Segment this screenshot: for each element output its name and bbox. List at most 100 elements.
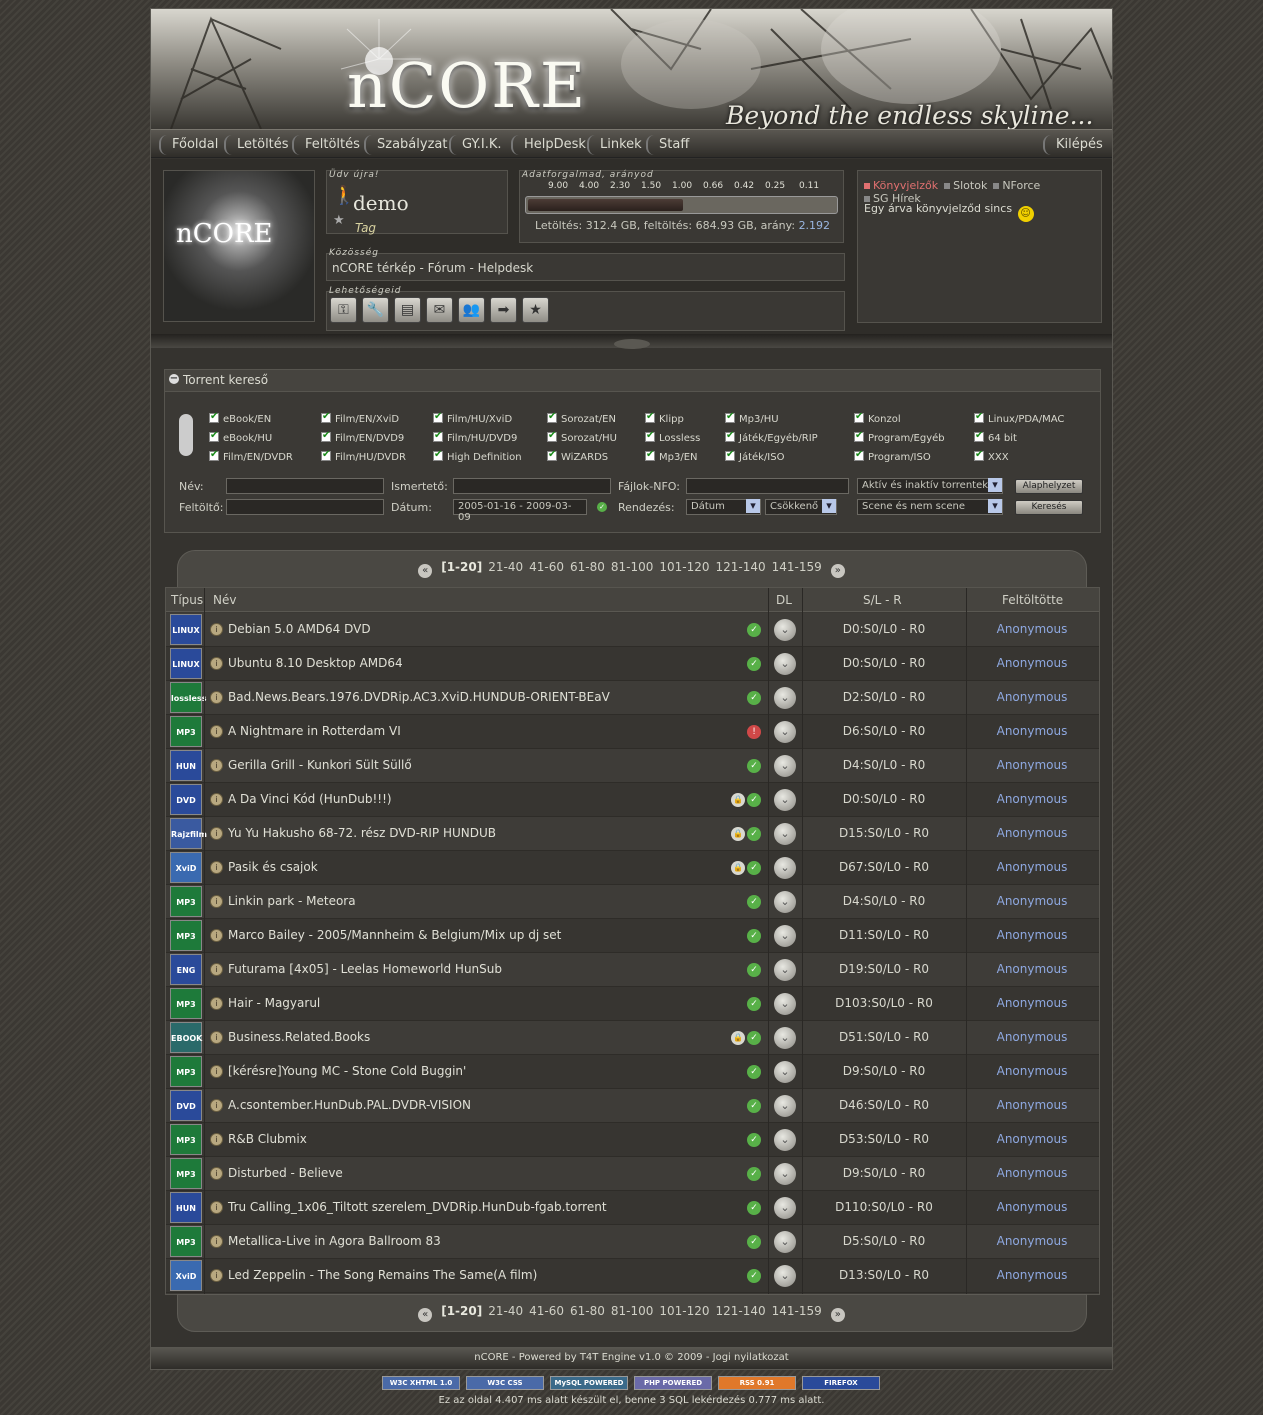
sort-direction-select[interactable]: Csökkenő bbox=[765, 499, 837, 515]
checkbox-checked-icon[interactable] bbox=[321, 430, 331, 442]
checkbox-checked-icon[interactable] bbox=[209, 430, 219, 442]
torrent-name-link[interactable]: [kérésre]Young MC - Stone Cold Buggin' bbox=[228, 1064, 466, 1078]
pager-link[interactable]: 101-120 bbox=[659, 1304, 709, 1318]
torrent-name-link[interactable]: Ubuntu 8.10 Desktop AMD64 bbox=[228, 656, 403, 670]
key-icon[interactable]: ⚿ bbox=[330, 297, 357, 323]
checkbox-checked-icon[interactable] bbox=[725, 430, 735, 442]
torrent-info-icon[interactable]: i bbox=[210, 1099, 223, 1112]
checkbox-checked-icon[interactable] bbox=[645, 411, 655, 423]
checkbox-checked-icon[interactable] bbox=[854, 411, 864, 423]
collapse-handle[interactable] bbox=[614, 339, 650, 349]
active-filter-select[interactable]: Aktív és inaktív torrentek bbox=[857, 478, 1003, 494]
category-type-icon[interactable]: XviD bbox=[170, 852, 202, 883]
checkbox-checked-icon[interactable] bbox=[433, 411, 443, 423]
download-icon[interactable]: ⌄ bbox=[774, 1163, 796, 1185]
download-icon[interactable]: ⌄ bbox=[774, 1061, 796, 1083]
uploader-link[interactable]: Anonymous bbox=[966, 690, 1098, 704]
col-sl[interactable]: S/L - R bbox=[863, 593, 902, 607]
torrent-name-link[interactable]: A Nightmare in Rotterdam VI bbox=[228, 724, 401, 738]
pager-link[interactable]: 81-100 bbox=[611, 560, 654, 574]
pager-link[interactable]: 61-80 bbox=[570, 1304, 605, 1318]
torrent-name-link[interactable]: Yu Yu Hakusho 68-72. rész DVD-RIP HUNDUB bbox=[228, 826, 496, 840]
username[interactable]: demo bbox=[353, 191, 409, 215]
torrent-info-icon[interactable]: i bbox=[210, 895, 223, 908]
torrent-info-icon[interactable]: i bbox=[210, 759, 223, 772]
pager-link[interactable]: 21-40 bbox=[488, 560, 523, 574]
checkbox-checked-icon[interactable] bbox=[547, 411, 557, 423]
uploader-link[interactable]: Anonymous bbox=[966, 1064, 1098, 1078]
torrent-name-link[interactable]: Bad.News.Bears.1976.DVDRip.AC3.XviD.HUND… bbox=[228, 690, 610, 704]
torrent-info-icon[interactable]: i bbox=[210, 997, 223, 1010]
category-type-icon[interactable]: EBOOK bbox=[170, 1022, 202, 1053]
torrent-name-link[interactable]: A.csontember.HunDub.PAL.DVDR-VISION bbox=[228, 1098, 471, 1112]
checkbox-checked-icon[interactable] bbox=[725, 411, 735, 423]
category-checkbox[interactable]: Klipp bbox=[645, 411, 684, 425]
arrow-right-icon[interactable]: ➡ bbox=[490, 297, 517, 323]
download-icon[interactable]: ⌄ bbox=[774, 959, 796, 981]
torrent-name-link[interactable]: Linkin park - Meteora bbox=[228, 894, 356, 908]
validator-badge[interactable]: MySQL POWERED bbox=[550, 1376, 628, 1390]
col-name[interactable]: Név bbox=[213, 593, 236, 607]
date-input[interactable]: 2005-01-16 - 2009-03-09 bbox=[453, 499, 587, 523]
category-type-icon[interactable]: MP3 bbox=[170, 1226, 202, 1257]
category-checkbox[interactable]: Program/Egyéb bbox=[854, 430, 945, 444]
nav-item-faq[interactable]: GY.I.K. bbox=[449, 135, 502, 155]
nav-item-upload[interactable]: Feltöltés bbox=[292, 135, 360, 155]
torrent-info-icon[interactable]: i bbox=[210, 1133, 223, 1146]
pager-link[interactable]: 41-60 bbox=[529, 1304, 564, 1318]
pager-link[interactable]: 121-140 bbox=[716, 1304, 766, 1318]
uploader-link[interactable]: Anonymous bbox=[966, 1098, 1098, 1112]
checkbox-checked-icon[interactable] bbox=[321, 411, 331, 423]
uploader-link[interactable]: Anonymous bbox=[966, 758, 1098, 772]
tab-bookmarks[interactable]: Könyvjelzők bbox=[864, 179, 938, 192]
download-icon[interactable]: ⌄ bbox=[774, 1265, 796, 1287]
torrent-info-icon[interactable]: i bbox=[210, 691, 223, 704]
category-checkbox[interactable]: Film/EN/XviD bbox=[321, 411, 399, 425]
torrent-info-icon[interactable]: i bbox=[210, 623, 223, 636]
uploader-link[interactable]: Anonymous bbox=[966, 792, 1098, 806]
category-type-icon[interactable]: MP3 bbox=[170, 886, 202, 917]
nav-item-helpdesk[interactable]: HelpDesk bbox=[511, 135, 586, 155]
uploader-link[interactable]: Anonymous bbox=[966, 962, 1098, 976]
category-checkbox[interactable]: Lossless bbox=[645, 430, 700, 444]
uploader-link[interactable]: Anonymous bbox=[966, 656, 1098, 670]
next-page-icon[interactable]: » bbox=[830, 564, 845, 578]
torrent-name-link[interactable]: A Da Vinci Kód (HunDub!!!) bbox=[228, 792, 392, 806]
envelope-icon[interactable]: ✉ bbox=[426, 297, 453, 323]
torrent-info-icon[interactable]: i bbox=[210, 1031, 223, 1044]
category-checkbox[interactable]: Film/HU/XviD bbox=[433, 411, 512, 425]
download-icon[interactable]: ⌄ bbox=[774, 755, 796, 777]
category-checkbox[interactable]: Mp3/EN bbox=[645, 449, 698, 463]
torrent-name-link[interactable]: Debian 5.0 AMD64 DVD bbox=[228, 622, 371, 636]
download-icon[interactable]: ⌄ bbox=[774, 1095, 796, 1117]
date-apply-icon[interactable]: ✓ bbox=[597, 502, 607, 512]
uploader-link[interactable]: Anonymous bbox=[966, 622, 1098, 636]
torrent-info-icon[interactable]: i bbox=[210, 861, 223, 874]
uploader-link[interactable]: Anonymous bbox=[966, 1234, 1098, 1248]
checkbox-checked-icon[interactable] bbox=[433, 449, 443, 461]
description-input[interactable] bbox=[453, 478, 611, 494]
download-icon[interactable]: ⌄ bbox=[774, 687, 796, 709]
torrent-name-link[interactable]: Tru Calling_1x06_Tiltott szerelem_DVDRip… bbox=[228, 1200, 607, 1214]
torrent-name-link[interactable]: Business.Related.Books bbox=[228, 1030, 370, 1044]
checkbox-checked-icon[interactable] bbox=[854, 449, 864, 461]
checkbox-checked-icon[interactable] bbox=[645, 430, 655, 442]
category-type-icon[interactable]: MP3 bbox=[170, 1158, 202, 1189]
people-icon[interactable]: 👥 bbox=[458, 297, 485, 323]
category-checkbox[interactable]: Játék/ISO bbox=[725, 449, 784, 463]
download-icon[interactable]: ⌄ bbox=[774, 1231, 796, 1253]
category-type-icon[interactable]: HUN bbox=[170, 1192, 202, 1223]
next-page-icon[interactable]: » bbox=[830, 1308, 845, 1322]
uploader-link[interactable]: Anonymous bbox=[966, 1132, 1098, 1146]
sort-field-select[interactable]: Dátum bbox=[686, 499, 761, 515]
pager-link[interactable]: 61-80 bbox=[570, 560, 605, 574]
category-checkbox[interactable]: Mp3/HU bbox=[725, 411, 779, 425]
category-type-icon[interactable]: DVD bbox=[170, 1090, 202, 1121]
checkbox-checked-icon[interactable] bbox=[854, 430, 864, 442]
download-icon[interactable]: ⌄ bbox=[774, 619, 796, 641]
category-checkbox[interactable]: Linux/PDA/MAC bbox=[974, 411, 1064, 425]
download-icon[interactable]: ⌄ bbox=[774, 1197, 796, 1219]
category-checkbox[interactable]: High Definition bbox=[433, 449, 522, 463]
category-checkbox[interactable]: Film/EN/DVD9 bbox=[321, 430, 404, 444]
torrent-info-icon[interactable]: i bbox=[210, 929, 223, 942]
